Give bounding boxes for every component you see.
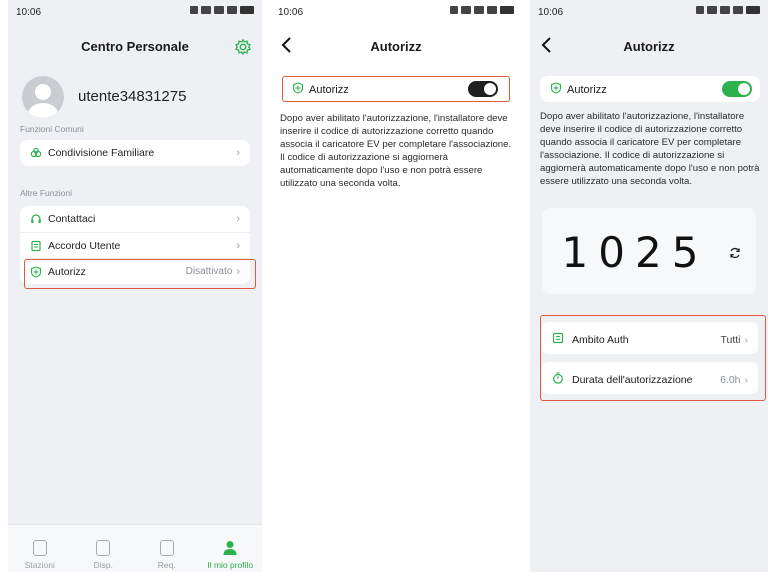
device-icon: [96, 540, 111, 556]
auth-scope-content: Ambito Auth Tutti ›: [552, 332, 748, 347]
status-icons: [696, 6, 760, 14]
user-agreement-label: Accordo Utente: [48, 239, 121, 252]
request-icon: [159, 540, 174, 556]
tab-my-profile[interactable]: Il mio profilo: [199, 525, 263, 572]
status-bar: 10:06: [538, 6, 760, 20]
shield-icon: [30, 265, 42, 278]
chevron-right-icon: ›: [236, 239, 240, 252]
tab-requests-label: Req.: [157, 560, 176, 570]
page-title: Centro Personale: [81, 39, 189, 54]
status-icons: [190, 6, 254, 14]
tab-stations-label: Stazioni: [24, 560, 55, 570]
shield-icon: [292, 82, 304, 97]
chevron-right-icon: ›: [744, 333, 749, 346]
status-time: 10:06: [538, 7, 564, 18]
family-sharing-label: Condivisione Familiare: [48, 147, 155, 159]
section-common-label: Funzioni Comuni: [20, 124, 84, 134]
authorization-label: Autorizz: [48, 265, 86, 278]
document-icon: [30, 240, 42, 252]
auth-duration-value: 6.0h: [720, 373, 741, 386]
auth-scope-row[interactable]: Ambito Auth Tutti ›: [542, 322, 758, 354]
authorization-description: Dopo aver abilitato l'autorizzazione, l'…: [280, 113, 512, 189]
authorization-screen-off: 10:06 Autorizz Autorizz Dopo aver abilit…: [270, 0, 522, 572]
tab-devices[interactable]: Disp.: [72, 525, 136, 572]
section-other-label: Altre Funzioni: [20, 188, 72, 198]
other-functions-card: Contattaci › Accordo Utente › Autorizz D…: [20, 206, 250, 284]
avatar[interactable]: [22, 76, 64, 118]
status-time: 10:06: [278, 7, 304, 18]
page-title: Autorizz: [623, 39, 675, 54]
authorization-toggle-row: Autorizz: [282, 76, 510, 102]
user-agreement-row[interactable]: Accordo Utente ›: [20, 232, 250, 258]
timer-icon: [552, 372, 564, 387]
tab-requests[interactable]: Req.: [135, 525, 199, 572]
header: Autorizz: [270, 34, 522, 58]
gear-icon[interactable]: [234, 38, 252, 56]
authorization-code-card: 1025: [542, 208, 756, 294]
profile-icon: [223, 540, 237, 556]
auth-scope-value: Tutti: [720, 333, 741, 346]
status-bar: 10:06: [16, 6, 254, 20]
status-time: 10:06: [16, 7, 42, 18]
authorization-description: Dopo aver abilitato l'autorizzazione, l'…: [540, 111, 760, 187]
status-bar: 10:06: [278, 6, 514, 20]
contact-us-label: Contattaci: [48, 213, 96, 225]
status-icons: [450, 6, 514, 14]
username: utente34831275: [78, 88, 187, 105]
personal-center-screen: 10:06 Centro Personale utente34831275 Fu…: [8, 0, 262, 572]
authorization-row[interactable]: Autorizz Disattivato ›: [20, 258, 250, 284]
chevron-right-icon: ›: [236, 147, 240, 159]
shield-icon: [550, 82, 562, 97]
tab-my-profile-label: Il mio profilo: [207, 560, 254, 570]
bottom-tab-bar: Stazioni Disp. Req. Il mio profilo: [8, 524, 262, 572]
authorization-label: Autorizz: [309, 83, 349, 96]
chevron-right-icon: ›: [236, 265, 240, 278]
tab-devices-label: Disp.: [93, 560, 113, 570]
chevron-right-icon: ›: [744, 373, 749, 386]
header: Autorizz: [530, 34, 768, 58]
contact-us-row[interactable]: Contattaci ›: [20, 206, 250, 232]
header: Centro Personale: [8, 34, 262, 58]
authorization-screen-on: 10:06 Autorizz Autorizz Dopo aver abilit…: [530, 0, 768, 572]
authorization-toggle[interactable]: [468, 81, 498, 97]
common-functions-card: Condivisione Familiare ›: [20, 140, 250, 166]
page-title: Autorizz: [370, 39, 422, 54]
family-sharing-row[interactable]: Condivisione Familiare ›: [20, 140, 250, 166]
authorization-status: Disattivato: [185, 266, 233, 277]
auth-duration-row[interactable]: Durata dell'autorizzazione 6.0h ›: [542, 362, 758, 394]
chevron-right-icon: ›: [236, 213, 240, 225]
authorization-code: 1025: [561, 228, 709, 277]
authorization-label-group: Autorizz: [550, 82, 750, 97]
scope-icon: [552, 332, 564, 347]
authorization-label: Autorizz: [567, 83, 607, 96]
auth-scope-label: Ambito Auth: [572, 333, 629, 346]
tab-stations[interactable]: Stazioni: [8, 525, 72, 572]
refresh-icon[interactable]: [728, 246, 742, 260]
station-icon: [32, 540, 47, 556]
family-share-icon: [30, 147, 42, 159]
headset-icon: [30, 213, 42, 225]
authorization-toggle-row: Autorizz: [540, 76, 760, 102]
auth-duration-content: Durata dell'autorizzazione 6.0h ›: [552, 372, 748, 387]
authorization-toggle[interactable]: [722, 81, 752, 97]
auth-duration-label: Durata dell'autorizzazione: [572, 373, 693, 386]
